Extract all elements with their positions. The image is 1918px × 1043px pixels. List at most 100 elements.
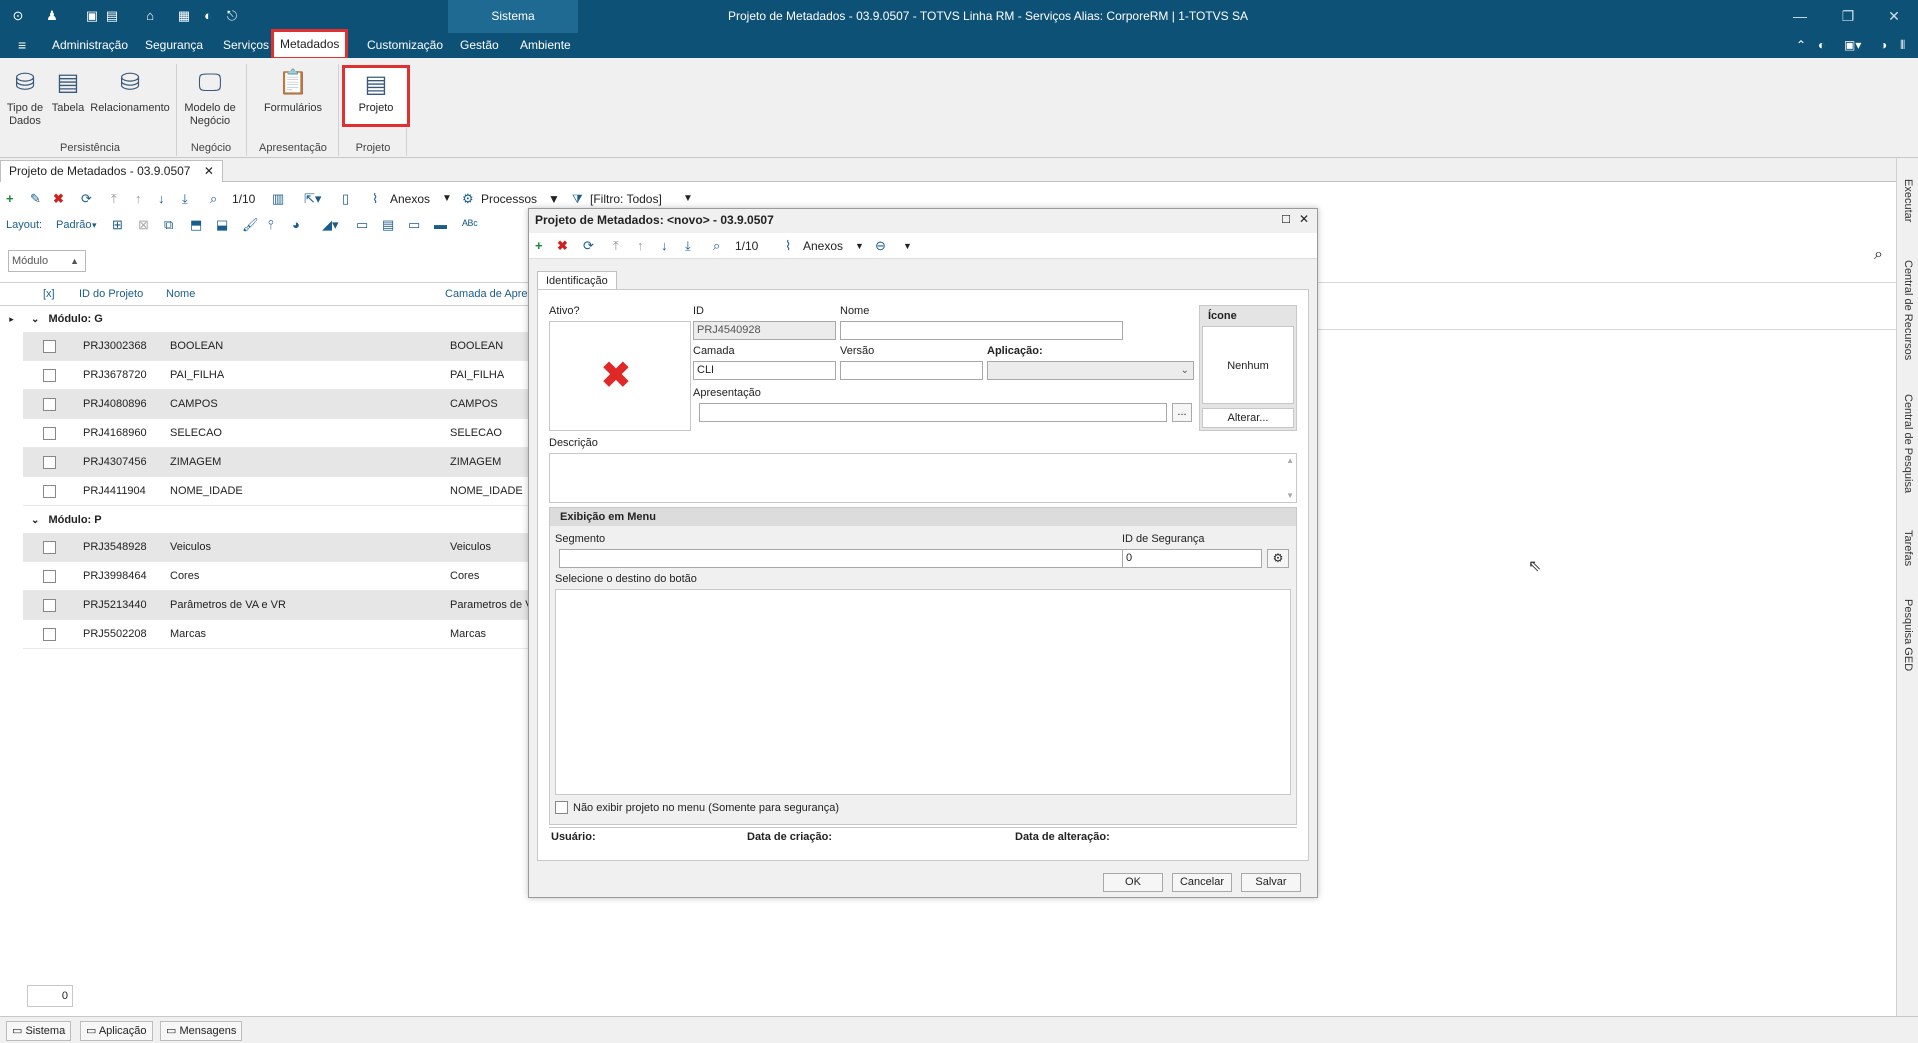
menu-administracao[interactable]: Administração (46, 33, 134, 58)
columns-icon[interactable]: ▥ (272, 190, 284, 208)
table-row[interactable]: PRJ4168960 SELECAO SELECAO (23, 419, 530, 448)
dialog-options-icon[interactable]: ⊖ (875, 237, 886, 255)
exit-icon[interactable]: ⎋ (224, 8, 240, 24)
screen-icon[interactable]: ▤ (104, 8, 120, 24)
scroll-down-icon[interactable]: ▼ (1286, 491, 1294, 500)
sidebar-central-recursos[interactable]: Central de Recursos (1897, 250, 1918, 370)
menu-customizacao[interactable]: Customização (361, 33, 449, 58)
menu-metadados[interactable]: Metadados (271, 29, 349, 60)
relacionamento-button[interactable]: ⛁ Relacionamento (90, 68, 170, 115)
pin-icon[interactable]: ⫯ (268, 216, 274, 234)
collapse-icon[interactable]: ⊠ (138, 216, 149, 234)
nao-exibir-checkbox[interactable] (555, 801, 568, 814)
refresh-icon[interactable]: ⟳ (81, 190, 92, 208)
edit-icon[interactable]: ✎ (30, 190, 41, 208)
paint-icon[interactable]: 🖌 (242, 216, 259, 234)
info-icon[interactable]: ◑ (1874, 33, 1893, 58)
dialog-anexos-menu[interactable]: Anexos (803, 237, 843, 255)
row-checkbox[interactable] (43, 427, 56, 440)
gear-icon[interactable]: ⚙ (1267, 549, 1289, 568)
prev-record-icon[interactable]: ↑ (135, 190, 142, 208)
table-row[interactable]: PRJ5502208 Marcas Marcas (23, 620, 530, 649)
row-checkbox[interactable] (43, 398, 56, 411)
dialog-add-icon[interactable]: + (535, 237, 543, 255)
filtro-dropdown-icon[interactable]: ▼ (683, 190, 693, 208)
add-icon[interactable]: + (6, 190, 14, 208)
table-row[interactable]: PRJ4080896 CAMPOS CAMPOS (23, 390, 530, 419)
palette-icon[interactable]: ◕ (292, 216, 300, 234)
camada-field[interactable]: CLI (693, 361, 836, 380)
maximize-icon[interactable]: ❐ (1838, 6, 1858, 26)
id-field[interactable]: PRJ4540928 (693, 321, 836, 340)
view3-icon[interactable]: ▭ (408, 216, 420, 234)
cancel-button[interactable]: Cancelar (1172, 873, 1232, 892)
dialog-anexos-dropdown-icon[interactable]: ▼ (855, 237, 864, 255)
document-icon[interactable]: ▯ (342, 190, 349, 208)
minimize-icon[interactable]: — (1790, 6, 1810, 26)
processos-dropdown-icon[interactable]: ▼ (548, 190, 560, 208)
dialog-delete-icon[interactable]: ✖ (557, 237, 568, 255)
table-row[interactable]: PRJ3998464 Cores Cores (23, 562, 530, 591)
scroll-up-icon[interactable]: ▲ (1286, 456, 1294, 465)
ok-button[interactable]: OK (1103, 873, 1163, 892)
tab-projeto-metadados[interactable]: Projeto de Metadados - 03.9.0507 ✕ (0, 160, 223, 182)
segmento-field[interactable] (559, 549, 1123, 568)
dialog-prev-icon[interactable]: ↑ (637, 237, 644, 255)
row-checkbox[interactable] (43, 369, 56, 382)
sidebar-tarefas[interactable]: Tarefas (1897, 518, 1918, 578)
processos-menu[interactable]: Processos (481, 190, 537, 208)
dialog-next-icon[interactable]: ↓ (661, 237, 668, 255)
sidebar-central-pesquisa[interactable]: Central de Pesquisa (1897, 384, 1918, 504)
row-checkbox[interactable] (43, 570, 56, 583)
group-row[interactable]: ⌄ Módulo: P (23, 507, 530, 533)
table-row[interactable]: PRJ3548928 Veiculos Veiculos (23, 533, 530, 562)
table-row[interactable]: PRJ3002368 BOOLEAN BOOLEAN (23, 332, 530, 361)
last-record-icon[interactable]: ⤓ (182, 190, 188, 208)
home-icon[interactable]: ⌂ (142, 8, 158, 24)
first-record-icon[interactable]: ⤒ (111, 190, 117, 208)
versao-field[interactable] (840, 361, 983, 380)
row-checkbox[interactable] (43, 340, 56, 353)
group-icon[interactable]: ⧉ (164, 216, 173, 234)
menu-ambiente[interactable]: Ambiente (514, 33, 577, 58)
view1-icon[interactable]: ▭ (356, 216, 368, 234)
anexos-dropdown-icon[interactable]: ▼ (442, 190, 452, 208)
filter-icon[interactable]: ⧩ (572, 190, 583, 208)
menu-servicos[interactable]: Serviços (217, 33, 275, 58)
modelo-de-negocio-button[interactable]: 🖵 Modelo de Negócio (180, 68, 240, 128)
menu-seguranca[interactable]: Segurança (139, 33, 209, 58)
header-camada[interactable]: Camada de Apre (445, 282, 528, 306)
filtro-menu[interactable]: [Filtro: Todos] (590, 190, 662, 208)
export-icon[interactable]: ⇱▾ (304, 190, 321, 208)
user-icon[interactable]: ♟ (44, 8, 60, 24)
dialog-search-icon[interactable]: ⌕ (713, 237, 720, 255)
view4-icon[interactable]: ▬ (434, 216, 447, 234)
row-checkbox[interactable] (43, 599, 56, 612)
table-row[interactable]: PRJ3678720 PAI_FILHA PAI_FILHA (23, 361, 530, 390)
formularios-button[interactable]: 📋 Formulários (256, 68, 330, 115)
status-sistema-button[interactable]: ▭ Sistema (6, 1021, 72, 1041)
dialog-refresh-icon[interactable]: ⟳ (583, 237, 594, 255)
anexos-menu[interactable]: Anexos (390, 190, 430, 208)
search-icon[interactable]: ⌕ (210, 190, 217, 208)
aplicacao-select[interactable]: ⌄ (987, 361, 1194, 380)
row-checkbox[interactable] (43, 541, 56, 554)
header-id[interactable]: ID do Projeto (79, 282, 143, 306)
chevron-down-icon[interactable]: ⌄ (31, 515, 39, 526)
ribbon-collapse-icon[interactable]: ⌃ (1790, 33, 1812, 58)
tab-identificacao[interactable]: Identificação (537, 271, 617, 290)
text-icon[interactable]: ᴬᴮᶜ (462, 216, 478, 234)
dialog-first-icon[interactable]: ⤒ (613, 237, 619, 255)
id-seguranca-field[interactable]: 0 (1122, 549, 1262, 568)
bars-icon[interactable]: ⦀ (1894, 33, 1911, 58)
tab-close-icon[interactable]: ✕ (204, 164, 214, 178)
help-icon[interactable]: ◐ (200, 8, 216, 24)
status-mensagens-button[interactable]: ▭ Mensagens (160, 1021, 243, 1041)
module-grouping-select[interactable]: Módulo ▲ (8, 250, 86, 272)
header-select-all[interactable]: [x] (43, 282, 55, 306)
sidebar-pesquisa-ged[interactable]: Pesquisa GED (1897, 590, 1918, 680)
chart-icon[interactable]: ◢▾ (322, 216, 339, 234)
view2-icon[interactable]: ▤ (382, 216, 394, 234)
menu-gestao[interactable]: Gestão (454, 33, 505, 58)
dialog-maximize-icon[interactable]: ☐ (1281, 213, 1291, 226)
